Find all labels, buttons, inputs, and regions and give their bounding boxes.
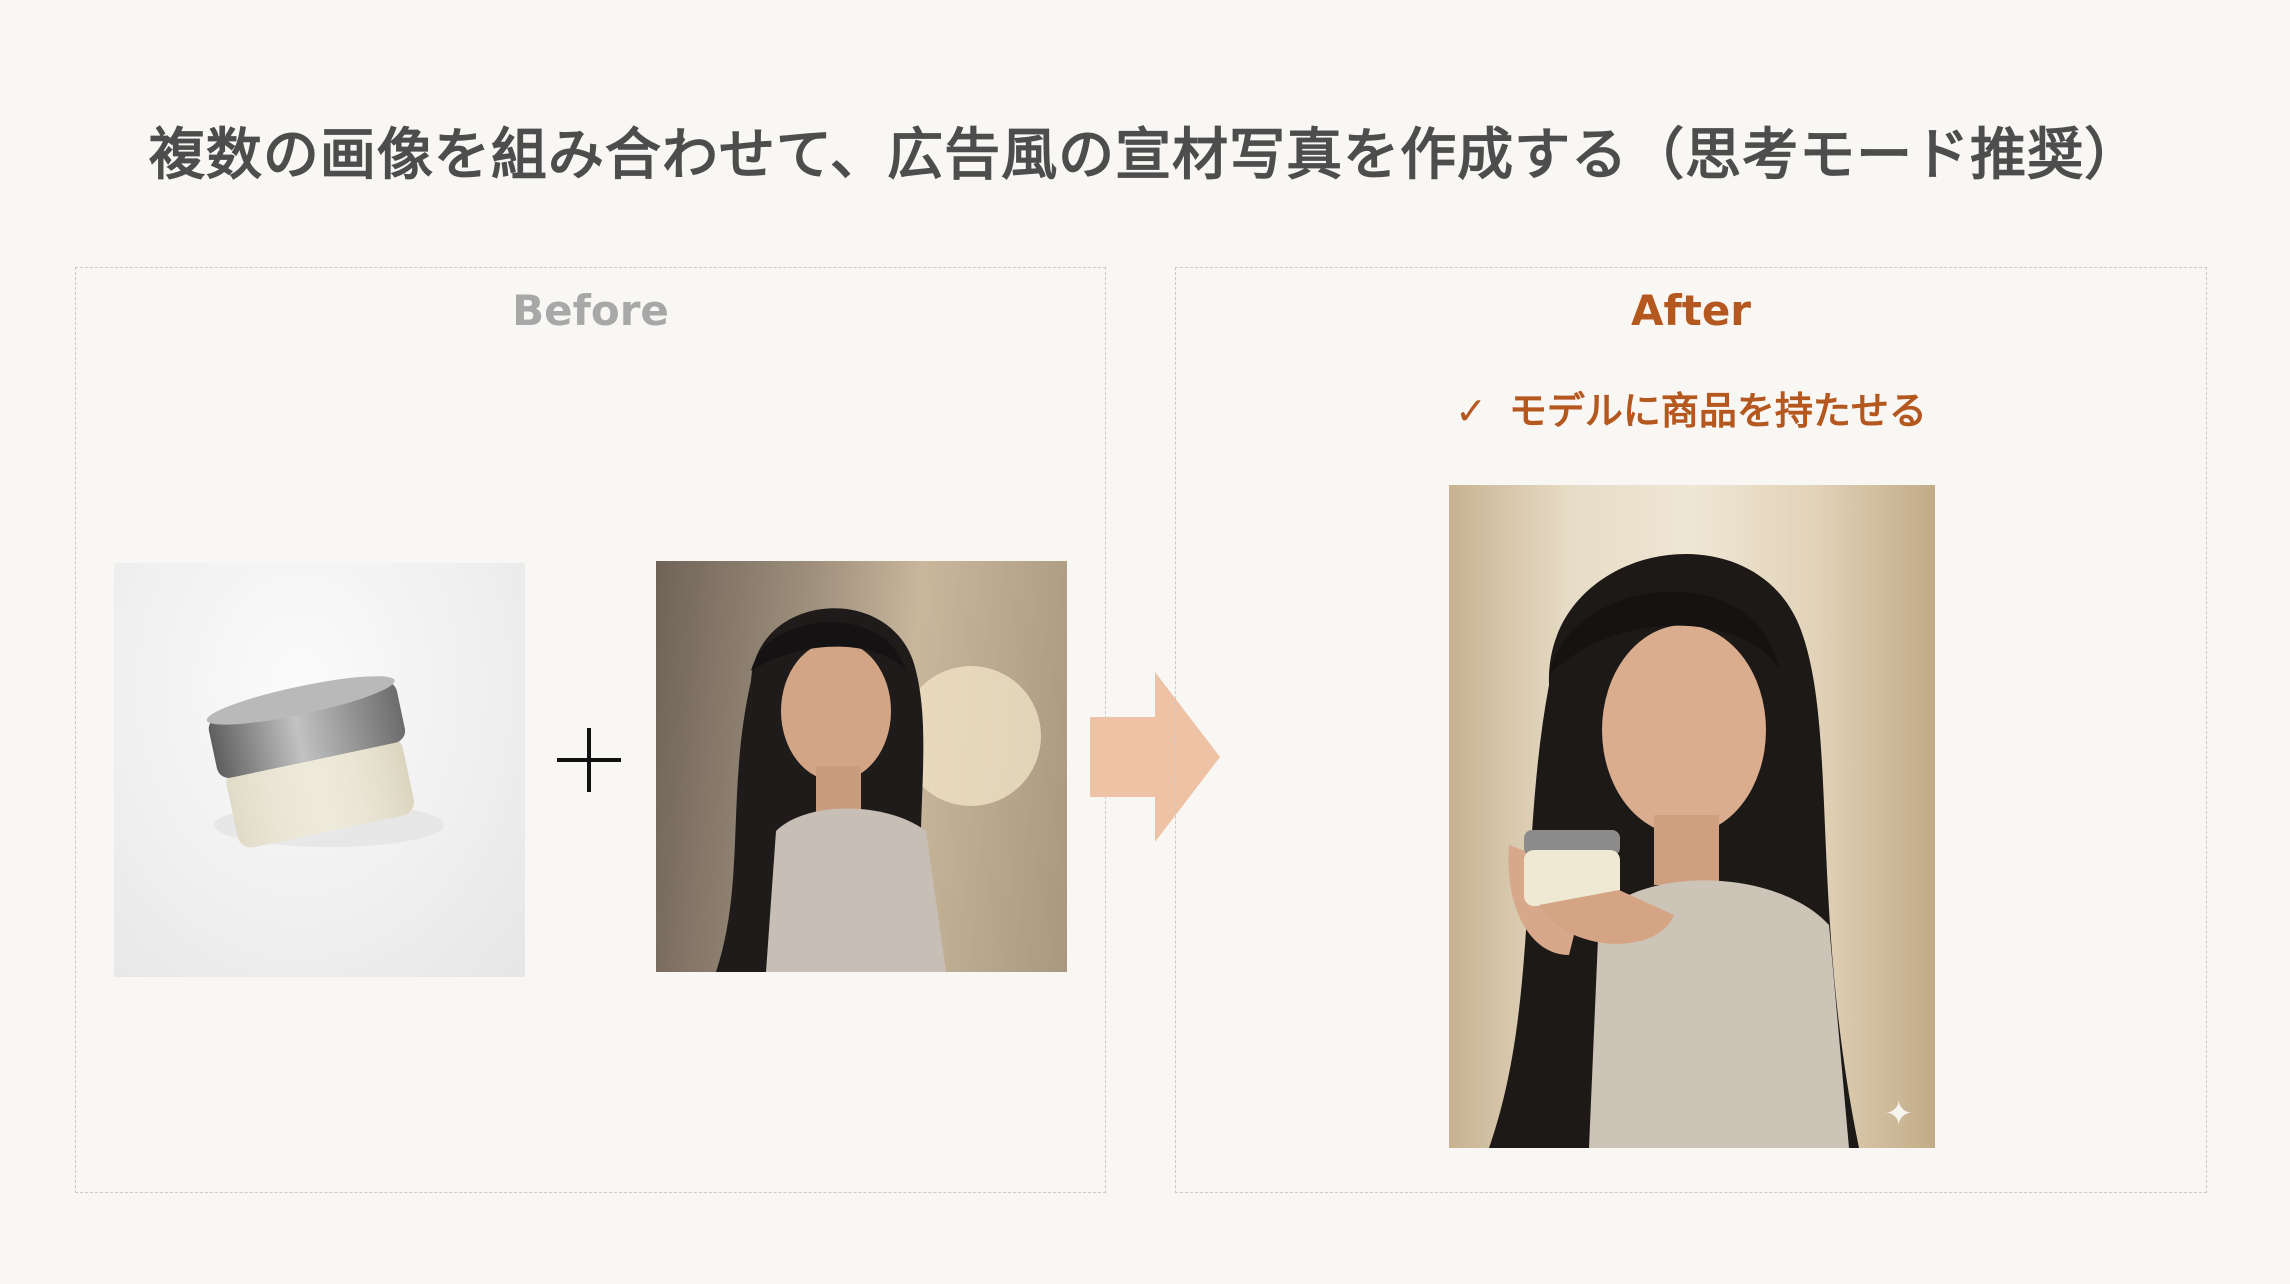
sparkle-icon: ✦ [1884,1094,1914,1134]
page-title: 複数の画像を組み合わせて、広告風の宣材写真を作成する（思考モード推奨） [148,123,2142,188]
composite-ad-image: ✦ [1449,485,1935,1148]
product-jar-image [114,563,525,977]
feature-check-line: ✓ モデルに商品を持たせる [1176,380,2206,435]
after-heading: After [1630,286,1752,335]
check-icon: ✓ [1455,389,1487,433]
model-portrait-image [656,561,1067,972]
before-heading: Before [512,286,669,335]
after-panel: After ✓ モデルに商品を持たせる ✦ [1175,267,2207,1193]
feature-check-text: モデルに商品を持たせる [1508,389,1927,433]
before-panel: Before [75,267,1106,1193]
plus-icon [554,725,624,795]
